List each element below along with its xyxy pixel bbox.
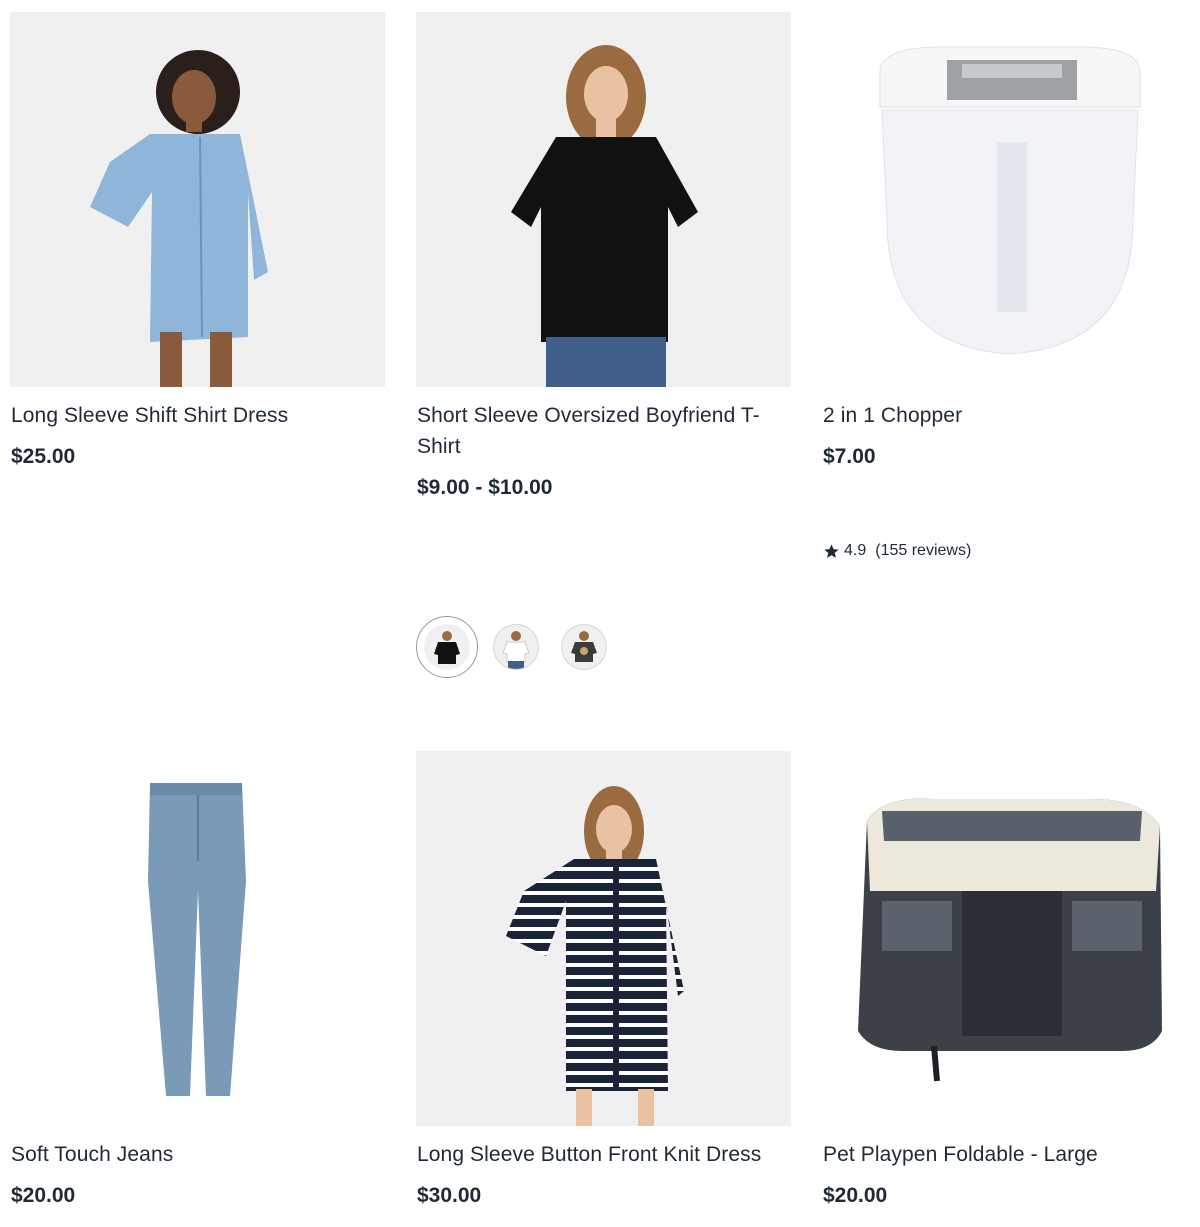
product-price: $20.00 (823, 1184, 888, 1207)
product-card[interactable]: 2 in 1 Chopper $7.00 (822, 12, 1197, 468)
product-card[interactable]: Long Sleeve Shift Shirt Dress $25.00 (10, 12, 385, 468)
product-card[interactable]: Long Sleeve Button Front Knit Dress $30.… (416, 751, 791, 1207)
product-title[interactable]: Pet Playpen Foldable - Large (823, 1139, 1183, 1170)
product-image[interactable] (822, 12, 1197, 387)
product-card[interactable]: Pet Playpen Foldable - Large $20.00 (822, 751, 1197, 1207)
star-icon (824, 543, 839, 558)
product-card[interactable]: Short Sleeve Oversized Boyfriend T-Shirt… (416, 12, 791, 499)
striped-dress-image (506, 786, 684, 1126)
swatch-white[interactable] (493, 624, 539, 670)
color-swatches (416, 616, 629, 678)
product-card[interactable]: Soft Touch Jeans $20.00 (10, 751, 385, 1207)
product-title[interactable]: 2 in 1 Chopper (823, 400, 1183, 431)
swatch-charcoal-print[interactable] (561, 624, 607, 670)
jeans-image (148, 783, 246, 1096)
product-rating: 4.9 (155 reviews) (823, 542, 971, 560)
product-image[interactable] (416, 12, 791, 387)
product-price: $9.00 - $10.00 (417, 476, 553, 499)
product-title[interactable]: Long Sleeve Button Front Knit Dress (417, 1139, 777, 1170)
product-price: $20.00 (11, 1184, 76, 1207)
swatch-black[interactable] (416, 616, 478, 678)
rating-value: 4.9 (844, 542, 867, 559)
product-image[interactable] (10, 751, 385, 1126)
product-price: $25.00 (11, 445, 76, 468)
black-tshirt-image (511, 45, 698, 387)
product-title[interactable]: Short Sleeve Oversized Boyfriend T-Shirt (417, 400, 777, 462)
chopper-image (879, 46, 1141, 355)
product-title[interactable]: Long Sleeve Shift Shirt Dress (11, 400, 371, 431)
denim-dress-image (90, 50, 268, 387)
pet-playpen-image (858, 798, 1162, 1082)
product-image[interactable] (822, 751, 1197, 1126)
product-price: $7.00 (823, 445, 876, 468)
product-title[interactable]: Soft Touch Jeans (11, 1139, 371, 1170)
product-image[interactable] (10, 12, 385, 387)
product-image[interactable] (416, 751, 791, 1126)
review-count[interactable]: (155 reviews) (875, 542, 971, 560)
product-price: $30.00 (417, 1184, 482, 1207)
